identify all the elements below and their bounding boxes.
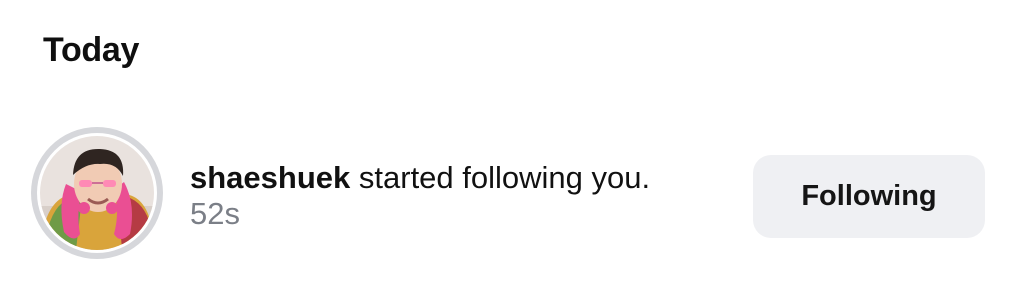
notification-message: shaeshuek started following you. 52s	[190, 160, 660, 232]
avatar-photo-icon	[40, 136, 154, 250]
section-title-today: Today	[43, 31, 140, 69]
action-text: started following you.	[358, 160, 651, 195]
following-button[interactable]: Following	[753, 155, 985, 238]
username-link[interactable]: shaeshuek	[190, 160, 350, 195]
notification-row[interactable]: shaeshuek started following you. 52s Fol…	[0, 120, 1024, 270]
timestamp: 52s	[190, 196, 240, 231]
avatar[interactable]	[40, 136, 154, 250]
activity-screen: Today shaeshuek started following you. 5…	[0, 0, 1024, 289]
